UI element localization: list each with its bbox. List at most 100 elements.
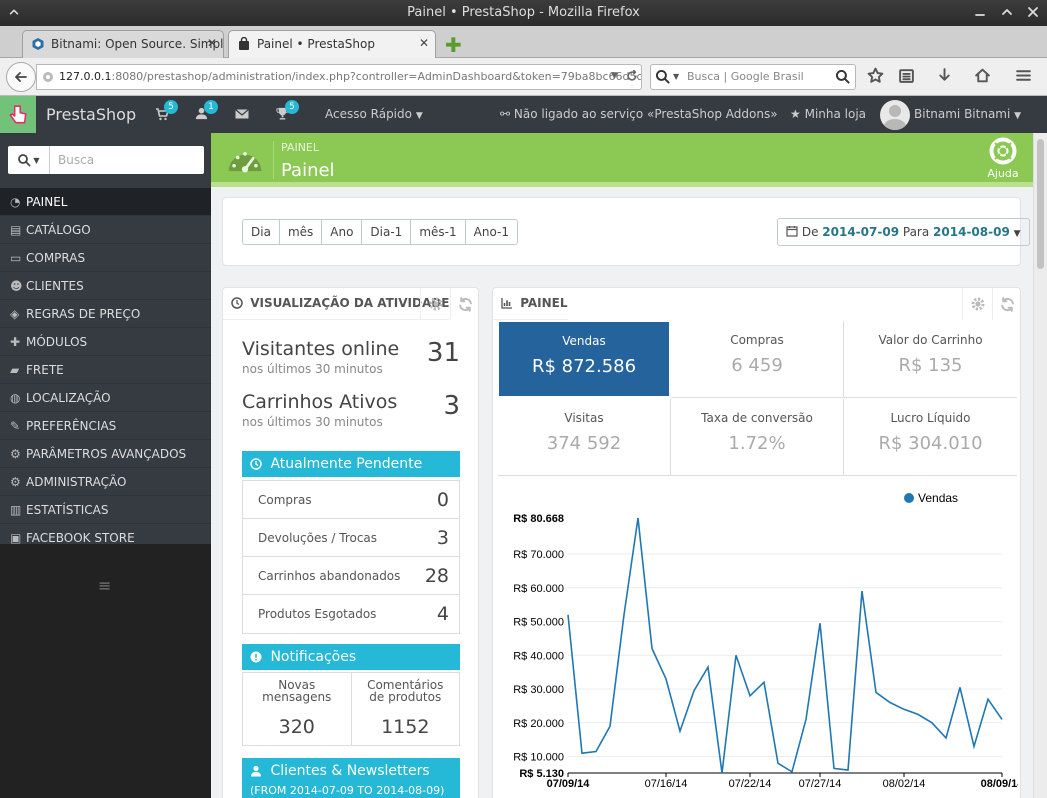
trophy-icon[interactable]: 5 <box>276 100 299 120</box>
maximize-button[interactable] <box>1000 5 1014 19</box>
activity-panel-header: VISUALIZAÇÃO DA ATIVIDADE <box>223 288 450 320</box>
orders-cart-icon[interactable]: 5 <box>155 100 178 121</box>
date-filter-panel: Dia mês Ano Dia-1 mês-1 Ano-1 De 2014-07-09 P… <box>222 197 1030 266</box>
y-tick-label: R$ 60.000 <box>513 583 564 595</box>
close-tab-icon[interactable]: ✕ <box>207 36 217 50</box>
activity-panel: VISUALIZAÇÃO DA ATIVIDADE Visitantes onl… <box>222 287 479 798</box>
my-shop-link[interactable]: ★ Minha loja <box>790 107 866 121</box>
page-header: PAINEL Painel Ajuda <box>211 133 1033 187</box>
kpi-valor-do-carrinho[interactable]: Valor do Carrinho R$ 135 <box>844 321 1017 398</box>
sidebar-item-clientes[interactable]: ☻ CLIENTES <box>0 272 211 300</box>
refresh-icon[interactable] <box>992 288 1022 320</box>
date-from-label: De <box>801 225 819 239</box>
period-button[interactable]: Ano <box>322 219 363 245</box>
url-dropdown-icon[interactable]: ▼ <box>611 71 618 81</box>
prestashop-menu-toggle[interactable] <box>0 96 36 133</box>
downloads-icon[interactable] <box>936 67 953 84</box>
window-title: Painel • PrestaShop - Mozilla Firefox <box>407 5 640 20</box>
period-button[interactable]: Dia-1 <box>362 219 412 245</box>
kpi-vendas[interactable]: Vendas R$ 872.586 <box>499 322 669 396</box>
sidebar-item-frete[interactable]: ▰ FRETE <box>0 356 211 384</box>
sidebar-item-prefer-ncias[interactable]: ✎ PREFERÊNCIAS <box>0 412 211 440</box>
kpi-label: Visitas <box>564 411 604 425</box>
x-tick-label: 07/16/14 <box>645 778 688 790</box>
url-bar[interactable]: 127.0.0.1:8080/prestashop/administration… <box>36 64 642 90</box>
x-tick-label: 07/22/14 <box>729 778 772 790</box>
pending-label: Compras <box>258 493 312 507</box>
messages-envelope-icon[interactable] <box>235 107 249 121</box>
kpi-taxa-de-convers-o[interactable]: Taxa de conversão 1.72% <box>671 399 844 476</box>
period-button[interactable]: mês-1 <box>411 219 466 245</box>
period-button[interactable]: Dia <box>242 219 280 245</box>
kpi-compras[interactable]: Compras 6 459 <box>671 321 844 398</box>
bookmark-star-icon[interactable] <box>867 67 884 84</box>
minimize-button[interactable] <box>973 5 987 19</box>
tab-prestashop[interactable]: Painel • PrestaShop ✕ <box>228 30 436 58</box>
sidebar-item-cat-logo[interactable]: ▤ CATÁLOGO <box>0 216 211 244</box>
home-icon[interactable] <box>974 67 991 84</box>
addons-link[interactable]: ⚯ Não ligado ao serviço «PrestaShop Addo… <box>500 107 778 121</box>
site-info-icon[interactable] <box>42 71 54 83</box>
new-tab-plus-icon[interactable]: ✚ <box>445 33 462 57</box>
quick-access-dropdown[interactable]: Acesso Rápido ▼ <box>325 107 423 121</box>
header-divider <box>273 141 274 179</box>
globe-icon: ◍ <box>10 391 21 405</box>
search-go-icon[interactable] <box>835 69 850 84</box>
search-engine-icon[interactable] <box>655 69 670 84</box>
sidebar-item-compras[interactable]: ▭ COMPRAS <box>0 244 211 272</box>
web-search-input[interactable]: ▼ Busca | Google Brasil <box>650 64 856 90</box>
close-window-button[interactable] <box>1026 5 1040 19</box>
sidebar-item-par-metros-avan-ados[interactable]: ⚙ PARÂMETROS AVANÇADOS <box>0 440 211 468</box>
pending-value: 28 <box>424 565 449 587</box>
sidebar-item-painel[interactable]: ◔ PAINEL <box>0 188 211 216</box>
date-to-value: 2014-08-09 <box>933 225 1010 239</box>
date-range-picker[interactable]: De 2014-07-09 Para 2014-08-09 ▼ <box>777 218 1030 246</box>
page-scrollbar[interactable] <box>1033 133 1047 798</box>
list-item[interactable]: Produtos Esgotados 4 <box>243 595 459 633</box>
refresh-icon[interactable] <box>450 288 480 320</box>
notification-cell[interactable]: Novas mensagens 320 <box>243 673 351 745</box>
list-item[interactable]: Devoluções / Trocas 3 <box>243 519 459 557</box>
list-item[interactable]: Compras 0 <box>243 481 459 519</box>
y-tick-label: R$ 50.000 <box>513 617 564 629</box>
url-path: :8080/prestashop/administration/index.ph… <box>111 70 642 83</box>
sidebar-item-m-dulos[interactable]: ✚ MÓDULOS <box>0 328 211 356</box>
period-button[interactable]: Ano-1 <box>465 219 518 245</box>
list-item[interactable]: Carrinhos abandonados 28 <box>243 557 459 595</box>
sidebar-item-label: PREFERÊNCIAS <box>26 419 117 433</box>
sidebar-item-estat-sticas[interactable]: ▥ ESTATÍSTICAS <box>0 496 211 524</box>
reload-icon[interactable] <box>626 70 638 82</box>
page-scrollbar-thumb[interactable] <box>1037 139 1044 269</box>
search-engine-dropdown-icon[interactable]: ▼ <box>673 65 679 89</box>
help-button[interactable]: Ajuda <box>983 137 1023 180</box>
active-carts-sub: nos últimos 30 minutos <box>242 415 383 429</box>
pending-value: 0 <box>436 489 449 511</box>
tab-bitnami[interactable]: Bitnami: Open Source. Simpli… ✕ <box>22 30 224 58</box>
window-menu-icon[interactable] <box>8 6 20 18</box>
kpi-visitas[interactable]: Visitas 374 592 <box>498 399 671 476</box>
caret-down-icon: ▼ <box>1014 111 1022 121</box>
back-button[interactable] <box>6 62 36 92</box>
collapse-menu-icon[interactable]: ≡ <box>98 576 111 595</box>
prestashop-favicon-icon <box>237 37 251 51</box>
clients-title: Clientes & Newsletters <box>270 763 430 779</box>
config-gear-icon[interactable] <box>420 288 450 320</box>
sidebar-item-label: ADMINISTRAÇÃO <box>26 475 127 489</box>
sidebar-item-administra-o[interactable]: ⚙ ADMINISTRAÇÃO <box>0 468 211 496</box>
admin-search-input[interactable]: Busca <box>58 153 94 167</box>
hamburger-menu-icon[interactable] <box>1015 67 1032 84</box>
search-type-dropdown[interactable]: ▼ <box>8 146 50 174</box>
customers-user-icon[interactable]: 1 <box>195 100 218 120</box>
close-tab-icon[interactable]: ✕ <box>419 36 429 50</box>
sidebar-item-localiza-o[interactable]: ◍ LOCALIZAÇÃO <box>0 384 211 412</box>
bookmarks-list-icon[interactable] <box>898 67 915 84</box>
sidebar-item-regras-de-pre-o[interactable]: ◈ REGRAS DE PREÇO <box>0 300 211 328</box>
config-gear-icon[interactable] <box>962 288 992 320</box>
employee-name: Bitnami Bitnami <box>914 107 1011 121</box>
prestashop-logo[interactable]: PrestaShop <box>46 105 136 124</box>
sidebar-item-label: MÓDULOS <box>26 335 88 349</box>
period-button[interactable]: mês <box>279 219 323 245</box>
kpi-lucro-l-quido[interactable]: Lucro Líquido R$ 304.010 <box>844 399 1017 476</box>
notification-cell[interactable]: Comentários de produtos 1152 <box>350 673 460 745</box>
breadcrumb[interactable]: PAINEL <box>281 141 319 154</box>
